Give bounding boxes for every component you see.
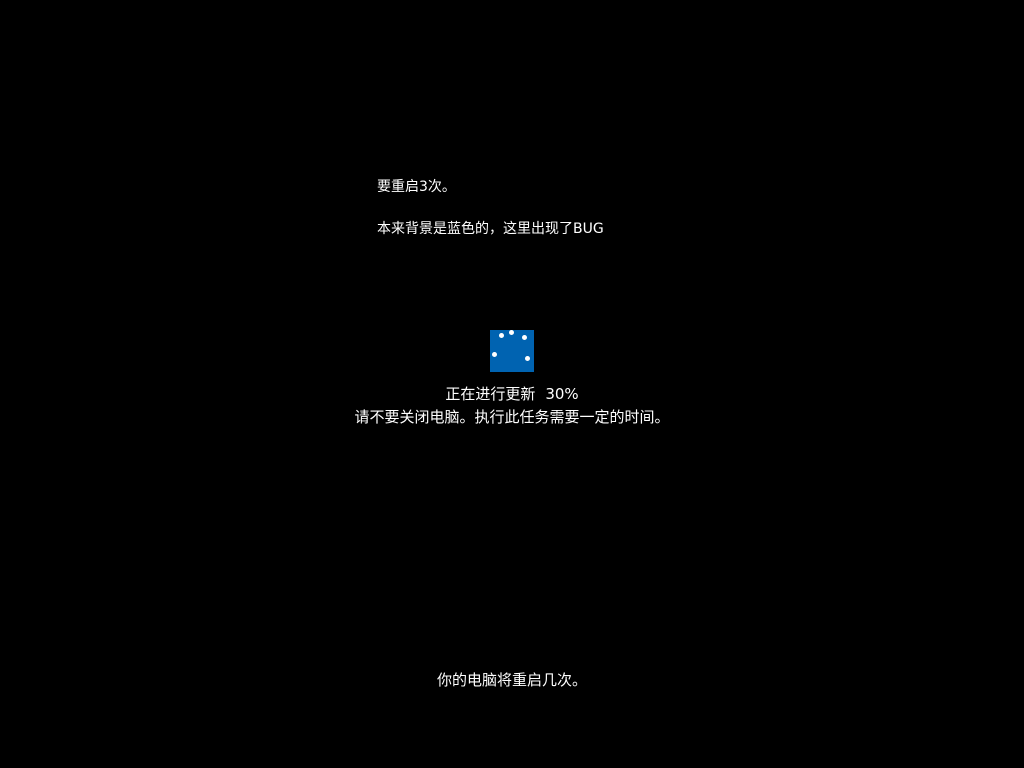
update-status: 正在进行更新 30% [0, 384, 1024, 404]
update-progress-percent: 30% [545, 385, 579, 403]
restart-notice: 你的电脑将重启几次。 [436, 671, 587, 689]
update-warning: 请不要关闭电脑。执行此任务需要一定的时间。 [354, 408, 670, 426]
update-status-label: 正在进行更新 [445, 385, 536, 403]
loading-spinner-icon [490, 330, 534, 372]
spinner-dot [525, 356, 530, 361]
spinner-dot [522, 335, 527, 340]
spinner-dot [492, 352, 497, 357]
spinner-dot [499, 333, 504, 338]
annotation-restart-count: 要重启3次。 [377, 179, 456, 195]
annotation-bug-note: 本来背景是蓝色的，这里出现了BUG [377, 221, 604, 237]
spinner-dot [509, 330, 514, 335]
